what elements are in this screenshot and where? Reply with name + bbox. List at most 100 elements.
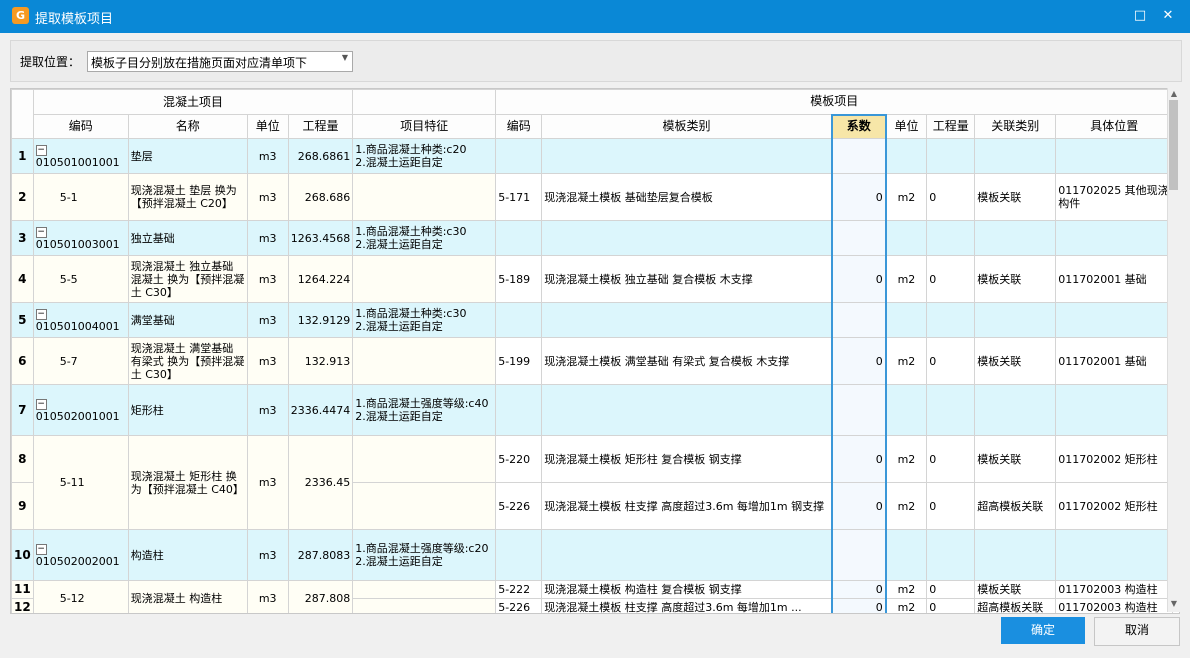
f-rel-cell[interactable] xyxy=(974,138,1057,174)
c-feature-cell[interactable] xyxy=(352,435,497,483)
c-code-cell[interactable]: 5-1 xyxy=(32,173,129,221)
collapse-icon[interactable]: − xyxy=(35,226,47,238)
f-qty-cell[interactable]: 0 xyxy=(926,435,976,483)
c-feature-cell[interactable] xyxy=(352,598,497,613)
f-rel-cell[interactable]: 模板关联 xyxy=(974,435,1057,483)
f-code-cell[interactable]: 5-220 xyxy=(495,435,543,483)
c-feature-cell[interactable]: 1.商品混凝土种类:c30 2.混凝土运距自定 xyxy=(352,302,497,338)
header-f-coef[interactable]: 系数 xyxy=(830,113,887,139)
c-name-cell[interactable]: 矩形柱 xyxy=(127,384,248,436)
f-code-cell[interactable] xyxy=(495,302,543,338)
f-code-cell[interactable] xyxy=(495,384,543,436)
f-qty-cell[interactable] xyxy=(926,529,976,581)
f-code-cell[interactable]: 5-222 xyxy=(495,580,543,599)
f-pos-cell[interactable] xyxy=(1055,384,1174,436)
f-pos-cell[interactable] xyxy=(1055,138,1174,174)
c-name-cell[interactable]: 现浇混凝土 矩形柱 换为【预拌混凝土 C40】 xyxy=(127,435,248,530)
f-unit-cell[interactable]: m2 xyxy=(885,173,928,221)
table-row[interactable]: 5 −010501004001 满堂基础 m3 132.9129 1.商品混凝土… xyxy=(11,302,1174,338)
c-feature-cell[interactable]: 1.商品混凝土种类:c30 2.混凝土运距自定 xyxy=(352,220,497,256)
c-name-cell[interactable]: 现浇混凝土 独立基础 混凝土 换为【预拌混凝土 C30】 xyxy=(127,255,248,303)
c-qty-cell[interactable]: 287.808 xyxy=(287,580,354,613)
table-row[interactable]: 6 5-7 现浇混凝土 满堂基础 有梁式 换为【预拌混凝土 C30】 m3 13… xyxy=(11,337,1174,385)
f-qty-cell[interactable]: 0 xyxy=(926,255,976,303)
f-qty-cell[interactable]: 0 xyxy=(926,482,976,530)
f-type-cell[interactable] xyxy=(541,138,833,174)
f-code-cell[interactable]: 5-226 xyxy=(495,598,543,613)
table-row[interactable]: 7 −010502001001 矩形柱 m3 2336.4474 1.商品混凝土… xyxy=(11,384,1174,436)
c-unit-cell[interactable]: m3 xyxy=(246,138,289,174)
f-unit-cell[interactable]: m2 xyxy=(885,482,928,530)
c-code-cell[interactable]: −010501001001 xyxy=(32,138,129,174)
c-feature-cell[interactable] xyxy=(352,482,497,530)
c-code-cell[interactable]: 5-11 xyxy=(32,435,129,530)
f-unit-cell[interactable] xyxy=(885,302,928,338)
f-coef-cell[interactable]: 0 xyxy=(830,337,887,385)
f-rel-cell[interactable]: 超高模板关联 xyxy=(974,482,1057,530)
f-coef-cell[interactable]: 0 xyxy=(830,435,887,483)
c-unit-cell[interactable]: m3 xyxy=(246,435,289,530)
f-coef-cell[interactable]: 0 xyxy=(830,482,887,530)
c-feature-cell[interactable] xyxy=(352,580,497,599)
c-qty-cell[interactable]: 1264.224 xyxy=(287,255,354,303)
c-name-cell[interactable]: 现浇混凝土 构造柱 xyxy=(127,580,248,613)
f-code-cell[interactable] xyxy=(495,529,543,581)
f-rel-cell[interactable]: 模板关联 xyxy=(974,337,1057,385)
c-qty-cell[interactable]: 268.6861 xyxy=(287,138,354,174)
f-code-cell[interactable]: 5-226 xyxy=(495,482,543,530)
c-code-cell[interactable]: 5-5 xyxy=(32,255,129,303)
c-code-cell[interactable]: −010501003001 xyxy=(32,220,129,256)
c-name-cell[interactable]: 满堂基础 xyxy=(127,302,248,338)
f-coef-cell[interactable]: 0 xyxy=(830,580,887,599)
table-row[interactable]: 11 5-12 现浇混凝土 构造柱 m3 287.808 5-222 现浇混凝土… xyxy=(11,580,1174,613)
f-pos-cell[interactable]: 011702002 矩形柱 xyxy=(1055,482,1174,530)
f-coef-cell[interactable]: 0 xyxy=(830,255,887,303)
vertical-scrollbar[interactable]: ▲ ▼ xyxy=(1167,88,1180,612)
c-feature-cell[interactable]: 1.商品混凝土强度等级:c40 2.混凝土运距自定 xyxy=(352,384,497,436)
f-code-cell[interactable]: 5-171 xyxy=(495,173,543,221)
c-code-cell[interactable]: 5-7 xyxy=(32,337,129,385)
c-unit-cell[interactable]: m3 xyxy=(246,529,289,581)
f-rel-cell[interactable] xyxy=(974,220,1057,256)
f-rel-cell[interactable] xyxy=(974,384,1057,436)
header-f-rel[interactable]: 关联类别 xyxy=(974,114,1057,139)
c-name-cell[interactable]: 现浇混凝土 垫层 换为【预拌混凝土 C20】 xyxy=(127,173,248,221)
f-coef-cell[interactable]: 0 xyxy=(830,173,887,221)
f-coef-cell[interactable] xyxy=(830,529,887,581)
f-pos-cell[interactable]: 011702025 其他现浇构件 xyxy=(1055,173,1174,221)
f-rel-cell[interactable] xyxy=(974,529,1057,581)
close-button[interactable]: ✕ xyxy=(1156,6,1180,26)
f-type-cell[interactable] xyxy=(541,302,833,338)
f-type-cell[interactable]: 现浇混凝土模板 基础垫层复合模板 xyxy=(541,173,833,221)
f-type-cell[interactable]: 现浇混凝土模板 独立基础 复合模板 木支撑 xyxy=(541,255,833,303)
f-pos-cell[interactable]: 011702001 基础 xyxy=(1055,255,1174,303)
c-unit-cell[interactable]: m3 xyxy=(246,337,289,385)
f-unit-cell[interactable] xyxy=(885,220,928,256)
c-qty-cell[interactable]: 2336.4474 xyxy=(287,384,354,436)
f-pos-cell[interactable] xyxy=(1055,302,1174,338)
collapse-icon[interactable]: − xyxy=(35,308,47,320)
f-code-cell[interactable]: 5-199 xyxy=(495,337,543,385)
c-qty-cell[interactable]: 1263.4568 xyxy=(287,220,354,256)
f-rel-cell[interactable]: 模板关联 xyxy=(974,580,1057,599)
c-feature-cell[interactable]: 1.商品混凝土种类:c20 2.混凝土运距自定 xyxy=(352,138,497,174)
scrollbar-thumb[interactable] xyxy=(1169,100,1178,190)
f-rel-cell[interactable]: 超高模板关联 xyxy=(974,598,1057,613)
f-code-cell[interactable] xyxy=(495,138,543,174)
f-unit-cell[interactable]: m2 xyxy=(885,255,928,303)
f-type-cell[interactable]: 现浇混凝土模板 矩形柱 复合模板 钢支撑 xyxy=(541,435,833,483)
f-type-cell[interactable]: 现浇混凝土模板 柱支撑 高度超过3.6m 每增加1m 钢支撑 xyxy=(541,482,833,530)
f-qty-cell[interactable] xyxy=(926,384,976,436)
f-coef-cell[interactable] xyxy=(830,220,887,256)
f-type-cell[interactable]: 现浇混凝土模板 柱支撑 高度超过3.6m 每增加1m ... xyxy=(541,598,833,613)
c-code-cell[interactable]: 5-12 xyxy=(32,580,129,613)
header-f-code[interactable]: 编码 xyxy=(495,114,543,139)
c-feature-cell[interactable] xyxy=(352,255,497,303)
c-feature-cell[interactable] xyxy=(352,337,497,385)
f-qty-cell[interactable] xyxy=(926,220,976,256)
f-rel-cell[interactable] xyxy=(974,302,1057,338)
cancel-button[interactable]: 取消 xyxy=(1094,617,1180,646)
c-code-cell[interactable]: −010501004001 xyxy=(32,302,129,338)
f-type-cell[interactable] xyxy=(541,220,833,256)
f-pos-cell[interactable]: 011702002 矩形柱 xyxy=(1055,435,1174,483)
